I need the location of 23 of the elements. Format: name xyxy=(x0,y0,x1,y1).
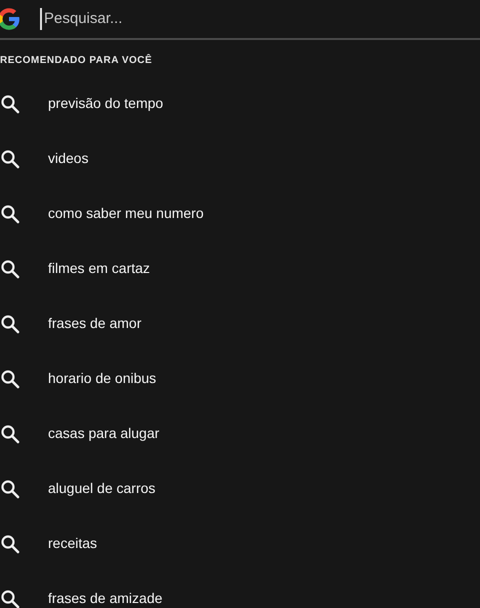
suggestion-item[interactable]: previsão do tempo xyxy=(0,76,480,131)
google-logo-icon xyxy=(0,6,22,32)
search-icon xyxy=(0,424,20,444)
suggestion-item[interactable]: frases de amor xyxy=(0,296,480,351)
search-icon xyxy=(0,314,20,334)
suggestion-item[interactable]: frases de amizade xyxy=(0,571,480,608)
suggestion-item[interactable]: como saber meu numero xyxy=(0,186,480,241)
suggestion-item[interactable]: filmes em cartaz xyxy=(0,241,480,296)
suggestion-item[interactable]: aluguel de carros xyxy=(0,461,480,516)
suggestion-item[interactable]: horario de onibus xyxy=(0,351,480,406)
suggestion-item[interactable]: receitas xyxy=(0,516,480,571)
search-icon xyxy=(0,204,20,224)
search-icon xyxy=(0,258,20,278)
suggestion-item[interactable]: casas para alugar xyxy=(0,406,480,461)
search-icon xyxy=(0,148,20,168)
search-field[interactable]: Pesquisar... xyxy=(40,8,240,30)
search-icon xyxy=(0,588,20,608)
search-icon xyxy=(0,478,20,498)
search-icon xyxy=(0,94,20,114)
search-icon xyxy=(0,368,20,388)
suggestion-item[interactable]: videos xyxy=(0,131,480,186)
search-icon xyxy=(0,534,20,554)
section-title: RECOMENDADO PARA VOCÊ xyxy=(0,53,154,68)
